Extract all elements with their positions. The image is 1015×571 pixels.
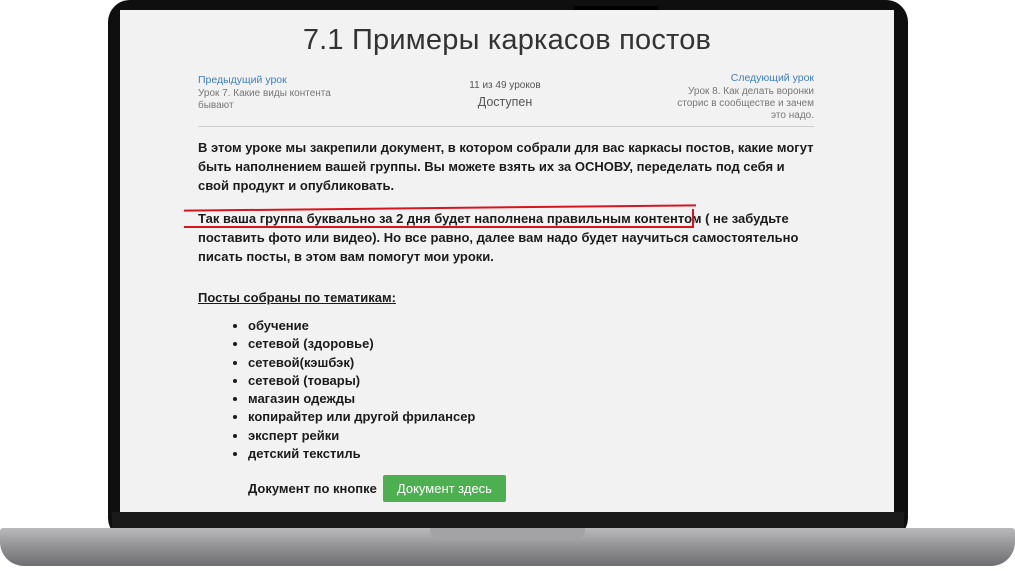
- topics-list: обучение сетевой (здоровье) сетевой(кэшб…: [198, 317, 814, 463]
- lesson-content: В этом уроке мы закрепили документ, в ко…: [184, 138, 814, 503]
- list-item: детский текстиль: [248, 445, 814, 463]
- document-row: Документ по кнопке Документ здесь: [198, 475, 814, 503]
- laptop-base: [0, 528, 1015, 566]
- list-item: сетевой (здоровье): [248, 335, 814, 353]
- list-item: магазин одежды: [248, 390, 814, 408]
- list-item: копирайтер или другой фрилансер: [248, 408, 814, 426]
- next-lesson-link[interactable]: Следующий урок Урок 8. Как делать воронк…: [664, 72, 814, 122]
- document-button[interactable]: Документ здесь: [382, 475, 506, 503]
- list-item: эксперт рейки: [248, 427, 814, 445]
- list-item: сетевой (товары): [248, 372, 814, 390]
- list-item: обучение: [248, 317, 814, 335]
- lesson-progress: 11 из 49 уроков Доступен: [440, 80, 570, 109]
- prev-lesson-link[interactable]: Предыдущий урок Урок 7. Какие виды конте…: [198, 74, 348, 112]
- list-item: сетевой(кэшбэк): [248, 354, 814, 372]
- document-label: Документ по кнопке: [248, 481, 377, 497]
- highlight-box: [184, 209, 694, 228]
- divider: [198, 126, 814, 127]
- next-lesson-head[interactable]: Следующий урок: [664, 72, 814, 84]
- prev-lesson-name[interactable]: Урок 7. Какие виды контента бывают: [198, 88, 331, 111]
- prev-lesson-head[interactable]: Предыдущий урок: [198, 74, 348, 86]
- topics-title: Посты собраны по тематикам:: [198, 290, 396, 305]
- lesson-status: Доступен: [477, 95, 533, 109]
- lesson-count: 11 из 49 уроков: [469, 80, 541, 91]
- screen: 7.1 Примеры каркасов постов Предыдущий у…: [120, 10, 894, 512]
- page-title: 7.1 Примеры каркасов постов: [302, 24, 712, 56]
- paragraph-intro: В этом уроке мы закрепили документ, в ко…: [198, 140, 814, 193]
- base-notch: [430, 528, 585, 538]
- next-lesson-name[interactable]: Урок 8. Как делать воронки сторис в сооб…: [677, 86, 814, 121]
